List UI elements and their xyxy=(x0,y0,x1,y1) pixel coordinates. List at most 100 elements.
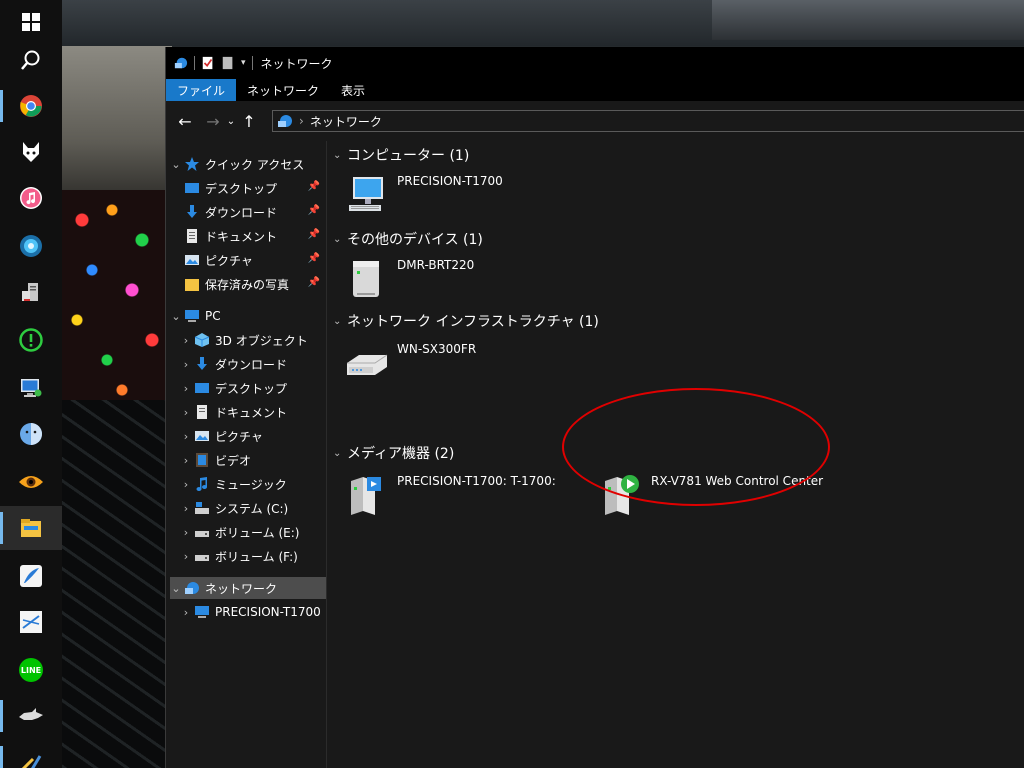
group-title: メディア機器 (2) xyxy=(347,446,455,462)
breadcrumb-separator-icon[interactable]: › xyxy=(299,114,304,128)
collapse-group-icon[interactable]: ⌄ xyxy=(333,448,347,459)
nav-item-volume-f[interactable]: › ボリューム (F:) xyxy=(180,545,322,567)
nav-item-documents[interactable]: ドキュメント 📌 xyxy=(182,225,322,247)
breadcrumb-network[interactable]: ネットワーク xyxy=(310,113,382,130)
collapse-chevron-icon[interactable]: › xyxy=(180,334,192,347)
nav-item-precision[interactable]: › PRECISION-T1700 xyxy=(180,601,322,623)
pictures-icon xyxy=(185,255,199,265)
toolbar-separator xyxy=(251,56,253,70)
chrome-icon[interactable] xyxy=(0,84,62,128)
nav-item-3d-objects[interactable]: › 3D オブジェクト xyxy=(180,329,322,351)
feather-icon[interactable] xyxy=(0,554,62,598)
green-alert-icon[interactable] xyxy=(0,318,62,362)
eye-icon[interactable] xyxy=(0,460,62,504)
nav-network[interactable]: ⌄ ネットワーク xyxy=(170,577,326,599)
item-label: DMR-BRT220 xyxy=(397,258,475,272)
server-icon[interactable] xyxy=(0,270,62,314)
nav-label: 3D オブジェクト xyxy=(215,333,308,348)
nav-item-pc-videos[interactable]: › ビデオ xyxy=(180,449,322,471)
group-header-computers[interactable]: ⌄ コンピューター (1) xyxy=(333,145,469,165)
group-header-media-devices[interactable]: ⌄ メディア機器 (2) xyxy=(333,443,454,463)
nav-label: デスクトップ xyxy=(215,381,288,396)
cube-icon xyxy=(194,333,210,347)
nav-label: ピクチャ xyxy=(205,253,253,268)
back-arrow-icon[interactable]: ← xyxy=(174,112,196,131)
tab-view[interactable]: 表示 xyxy=(330,79,376,101)
collapse-chevron-icon[interactable]: › xyxy=(180,382,192,395)
collapse-chevron-icon[interactable]: › xyxy=(180,406,192,419)
item-label: PRECISION-T1700 xyxy=(397,174,503,188)
nav-pc[interactable]: ⌄ PC xyxy=(170,305,326,327)
nav-item-pc-downloads[interactable]: › ダウンロード xyxy=(180,353,322,375)
group-header-network-infrastructure[interactable]: ⌄ ネットワーク インフラストラクチャ (1) xyxy=(333,311,599,331)
item-wn-sx300fr[interactable]: WN-SX300FR xyxy=(345,341,476,389)
document-icon xyxy=(197,405,207,419)
nav-item-pc-documents[interactable]: › ドキュメント xyxy=(180,401,322,423)
nav-item-volume-e[interactable]: › ボリューム (E:) xyxy=(180,521,322,543)
expand-chevron-icon[interactable]: ⌄ xyxy=(170,310,182,323)
group-header-other-devices[interactable]: ⌄ その他のデバイス (1) xyxy=(333,229,483,249)
pin-icon[interactable]: 📌 xyxy=(308,229,320,240)
item-precision-media[interactable]: PRECISION-T1700: T-1700: xyxy=(345,473,556,521)
nav-item-pc-pictures[interactable]: › ピクチャ xyxy=(180,425,322,447)
tab-network[interactable]: ネットワーク xyxy=(236,79,330,101)
orb-icon[interactable] xyxy=(0,224,62,268)
expand-chevron-icon[interactable]: ⌄ xyxy=(170,158,182,171)
nav-item-pc-music[interactable]: › ミュージック xyxy=(180,473,322,495)
navigation-pane: ⌄ クイック アクセス デスクトップ 📌 ダウンロード 📌 ドキュメント 📌 ピ… xyxy=(166,141,326,768)
itunes-icon[interactable] xyxy=(0,176,62,220)
taskbar: LINE xyxy=(0,0,62,768)
expand-chevron-icon[interactable]: ⌄ xyxy=(170,582,182,595)
line-icon[interactable]: LINE xyxy=(0,648,62,692)
nav-item-pc-desktop[interactable]: › デスクトップ xyxy=(180,377,322,399)
file-explorer-icon[interactable] xyxy=(0,506,62,550)
drive-icon xyxy=(195,531,209,537)
nav-label: クイック アクセス xyxy=(205,157,305,172)
wallpaper-building xyxy=(62,46,172,206)
nav-item-desktop[interactable]: デスクトップ 📌 xyxy=(182,177,322,199)
network-icon xyxy=(185,582,199,594)
collapse-group-icon[interactable]: ⌄ xyxy=(333,234,347,245)
properties-icon[interactable] xyxy=(201,56,215,70)
search-icon[interactable] xyxy=(0,38,62,82)
collapse-chevron-icon[interactable]: › xyxy=(180,358,192,371)
nav-item-saved-pictures[interactable]: 保存済みの写真 📌 xyxy=(182,273,322,295)
collapse-chevron-icon[interactable]: › xyxy=(180,550,192,563)
nav-quick-access[interactable]: ⌄ クイック アクセス xyxy=(170,153,326,175)
tab-file[interactable]: ファイル xyxy=(166,79,237,101)
collapse-group-icon[interactable]: ⌄ xyxy=(333,150,347,161)
wallpaper-bridge xyxy=(712,0,1024,40)
recent-locations-chevron-icon[interactable]: ⌄ xyxy=(224,116,238,127)
shark-icon[interactable] xyxy=(0,694,62,738)
network-monitor-icon[interactable] xyxy=(0,366,62,410)
nav-label: PC xyxy=(205,309,221,323)
nav-item-downloads[interactable]: ダウンロード 📌 xyxy=(182,201,322,223)
nav-item-pictures[interactable]: ピクチャ 📌 xyxy=(182,249,322,271)
address-bar[interactable]: › ネットワーク xyxy=(272,110,1024,132)
collapse-chevron-icon[interactable]: › xyxy=(180,430,192,443)
item-precision-t1700[interactable]: PRECISION-T1700 xyxy=(345,173,503,221)
customize-qat-dropdown-icon[interactable]: ▾ xyxy=(241,58,246,68)
pin-icon[interactable]: 📌 xyxy=(308,277,320,288)
collapse-group-icon[interactable]: ⌄ xyxy=(333,316,347,327)
pin-icon[interactable]: 📌 xyxy=(308,205,320,216)
collapse-chevron-icon[interactable]: › xyxy=(180,502,192,515)
finder-icon[interactable] xyxy=(0,412,62,456)
nav-label: 保存済みの写真 xyxy=(205,277,290,292)
tools-icon[interactable] xyxy=(0,740,62,768)
item-dmr-brt220[interactable]: DMR-BRT220 xyxy=(345,257,474,305)
nav-label: ダウンロード xyxy=(215,357,288,372)
pin-icon[interactable]: 📌 xyxy=(308,181,320,192)
foobar-icon[interactable] xyxy=(0,130,62,174)
collapse-chevron-icon[interactable]: › xyxy=(180,478,192,491)
collapse-chevron-icon[interactable]: › xyxy=(180,454,192,467)
forward-arrow-icon[interactable]: → xyxy=(202,112,224,131)
up-arrow-icon[interactable]: ↑ xyxy=(238,112,260,131)
collapse-chevron-icon[interactable]: › xyxy=(180,606,192,619)
pin-icon[interactable]: 📌 xyxy=(308,253,320,264)
device-box-icon xyxy=(353,261,379,297)
new-folder-icon[interactable] xyxy=(221,56,235,70)
nav-item-system-c[interactable]: › システム (C:) xyxy=(180,497,322,519)
drawing-icon[interactable] xyxy=(0,600,62,644)
collapse-chevron-icon[interactable]: › xyxy=(180,526,192,539)
